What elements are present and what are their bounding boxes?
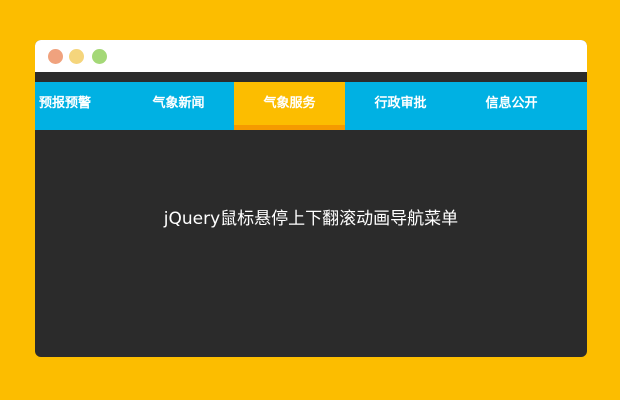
- page-title: jQuery鼠标悬停上下翻滚动画导航菜单: [163, 209, 459, 229]
- active-nav-underline: [234, 125, 345, 130]
- minimize-window-icon[interactable]: [69, 49, 84, 64]
- close-window-icon[interactable]: [48, 49, 63, 64]
- maximize-window-icon[interactable]: [92, 49, 107, 64]
- window-titlebar: [35, 40, 587, 72]
- nav-item-weather-news[interactable]: 气象新闻: [123, 82, 234, 125]
- nav-item-info-disclosure[interactable]: 信息公开: [456, 82, 567, 125]
- top-strip: [35, 72, 587, 82]
- nav-item-admin-approval[interactable]: 行政审批: [345, 82, 456, 125]
- nav-item-weather-service[interactable]: 气象服务: [234, 82, 345, 125]
- content-area: jQuery鼠标悬停上下翻滚动画导航菜单: [35, 130, 587, 357]
- navigation-menu: 预报预警 气象新闻 气象服务 行政审批 信息公开: [35, 82, 587, 130]
- nav-item-forecast-warning[interactable]: 预报预警: [35, 82, 123, 125]
- browser-window: 预报预警 气象新闻 气象服务 行政审批 信息公开 jQuery鼠标悬停上下翻滚动…: [35, 40, 587, 357]
